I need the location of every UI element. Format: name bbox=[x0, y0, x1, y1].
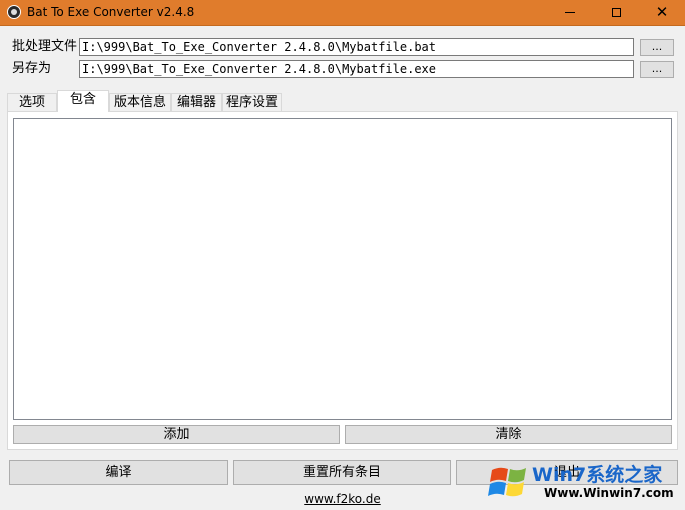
tab-settings[interactable]: 程序设置 bbox=[222, 93, 282, 111]
reset-all-button[interactable]: 重置所有条目 bbox=[233, 460, 451, 485]
tab-include[interactable]: 包含 bbox=[57, 90, 109, 112]
save-as-field[interactable]: I:\999\Bat_To_Exe_Converter 2.4.8.0\Myba… bbox=[79, 60, 634, 78]
app-icon bbox=[7, 5, 21, 19]
save-browse-button[interactable]: ... bbox=[640, 61, 674, 78]
close-icon: ✕ bbox=[655, 3, 669, 21]
save-as-label: 另存为 bbox=[12, 61, 52, 76]
exit-button[interactable]: 退出 bbox=[456, 460, 678, 485]
window-title: Bat To Exe Converter v2.4.8 bbox=[27, 5, 195, 19]
batch-browse-button[interactable]: ... bbox=[640, 39, 674, 56]
clear-button[interactable]: 清除 bbox=[345, 425, 672, 444]
title-bar[interactable]: Bat To Exe Converter v2.4.8 ✕ bbox=[0, 0, 685, 26]
include-tab-panel: 添加 清除 bbox=[7, 111, 678, 450]
batch-file-label: 批处理文件 bbox=[12, 39, 78, 54]
add-button[interactable]: 添加 bbox=[13, 425, 340, 444]
tab-version-info[interactable]: 版本信息 bbox=[109, 93, 171, 111]
maximize-icon bbox=[611, 8, 621, 17]
website-link[interactable]: www.f2ko.de bbox=[0, 492, 685, 506]
compile-button[interactable]: 编译 bbox=[9, 460, 228, 485]
minimize-icon bbox=[565, 12, 575, 13]
include-file-list[interactable] bbox=[13, 118, 672, 420]
batch-file-field[interactable]: I:\999\Bat_To_Exe_Converter 2.4.8.0\Myba… bbox=[79, 38, 634, 56]
tab-editor[interactable]: 编辑器 bbox=[171, 93, 222, 111]
tab-options[interactable]: 选项 bbox=[7, 93, 57, 111]
minimize-button[interactable] bbox=[547, 0, 593, 25]
maximize-button[interactable] bbox=[593, 0, 639, 25]
close-button[interactable]: ✕ bbox=[639, 0, 685, 25]
